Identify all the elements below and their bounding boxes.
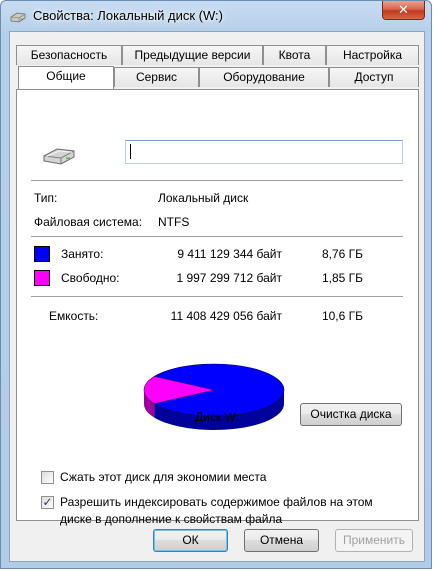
free-bytes: 1 997 299 712 байт [176, 271, 282, 285]
tab-general[interactable]: Общие [18, 66, 114, 89]
general-tab-panel: Тип: Локальный диск Файловая система: NT… [16, 89, 419, 526]
used-space-swatch [34, 246, 50, 262]
text-caret [130, 144, 131, 159]
disk-usage-pie [143, 363, 285, 430]
used-label: Занято: [61, 247, 104, 261]
tab-hardware[interactable]: Оборудование [199, 67, 329, 87]
capacity-bytes: 11 408 429 056 байт [170, 309, 282, 323]
properties-window: Свойства: Локальный диск (W:) ✕ Безопасн… [0, 0, 432, 569]
title-bar[interactable]: Свойства: Локальный диск (W:) ✕ [1, 1, 431, 31]
capacity-label: Емкость: [49, 309, 99, 323]
free-space-swatch [34, 270, 50, 286]
tab-customize[interactable]: Настройка [326, 45, 419, 65]
close-button[interactable]: ✕ [382, 1, 425, 20]
drive-name-input[interactable] [125, 140, 403, 164]
apply-button[interactable]: Применить [335, 529, 413, 552]
tab-previous-versions[interactable]: Предыдущие версии [122, 45, 263, 65]
disk-cleanup-button[interactable]: Очистка диска [300, 403, 402, 426]
compress-label: Сжать этот диск для экономии места [60, 470, 267, 484]
separator [31, 236, 403, 238]
type-value: Локальный диск [158, 191, 249, 205]
tab-sharing[interactable]: Доступ [329, 67, 419, 87]
used-size: 8,76 ГБ [321, 247, 363, 261]
index-checkbox[interactable]: ✓ [41, 496, 54, 509]
hard-drive-icon [43, 148, 75, 165]
type-label: Тип: [34, 191, 58, 205]
close-icon: ✕ [398, 2, 409, 17]
filesystem-value: NTFS [158, 215, 190, 229]
free-size: 1,85 ГБ [321, 271, 363, 285]
checkmark-icon: ✓ [42, 495, 53, 509]
drive-icon [10, 12, 26, 23]
free-label: Свободно: [61, 271, 120, 285]
tab-tools[interactable]: Сервис [114, 67, 199, 87]
compress-checkbox[interactable] [41, 471, 54, 484]
tab-quota[interactable]: Квота [263, 45, 326, 65]
window-title: Свойства: Локальный диск (W:) [33, 8, 223, 23]
cancel-button[interactable]: Отмена [244, 529, 319, 552]
dialog-client: Безопасность Предыдущие версии Квота Нас… [9, 31, 425, 562]
ok-button[interactable]: ОК [153, 529, 228, 552]
capacity-size: 10,6 ГБ [321, 309, 363, 323]
used-bytes: 9 411 129 344 байт [177, 247, 282, 261]
separator [31, 180, 403, 182]
separator [31, 296, 403, 298]
tab-security[interactable]: Безопасность [16, 45, 122, 65]
index-label-line-2: диске в дополнение к свойствам файла [60, 512, 283, 526]
filesystem-label: Файловая система: [34, 215, 143, 229]
index-label-line-1: Разрешить индексировать содержимое файло… [60, 495, 373, 509]
disk-label: Диск W: [195, 410, 239, 424]
